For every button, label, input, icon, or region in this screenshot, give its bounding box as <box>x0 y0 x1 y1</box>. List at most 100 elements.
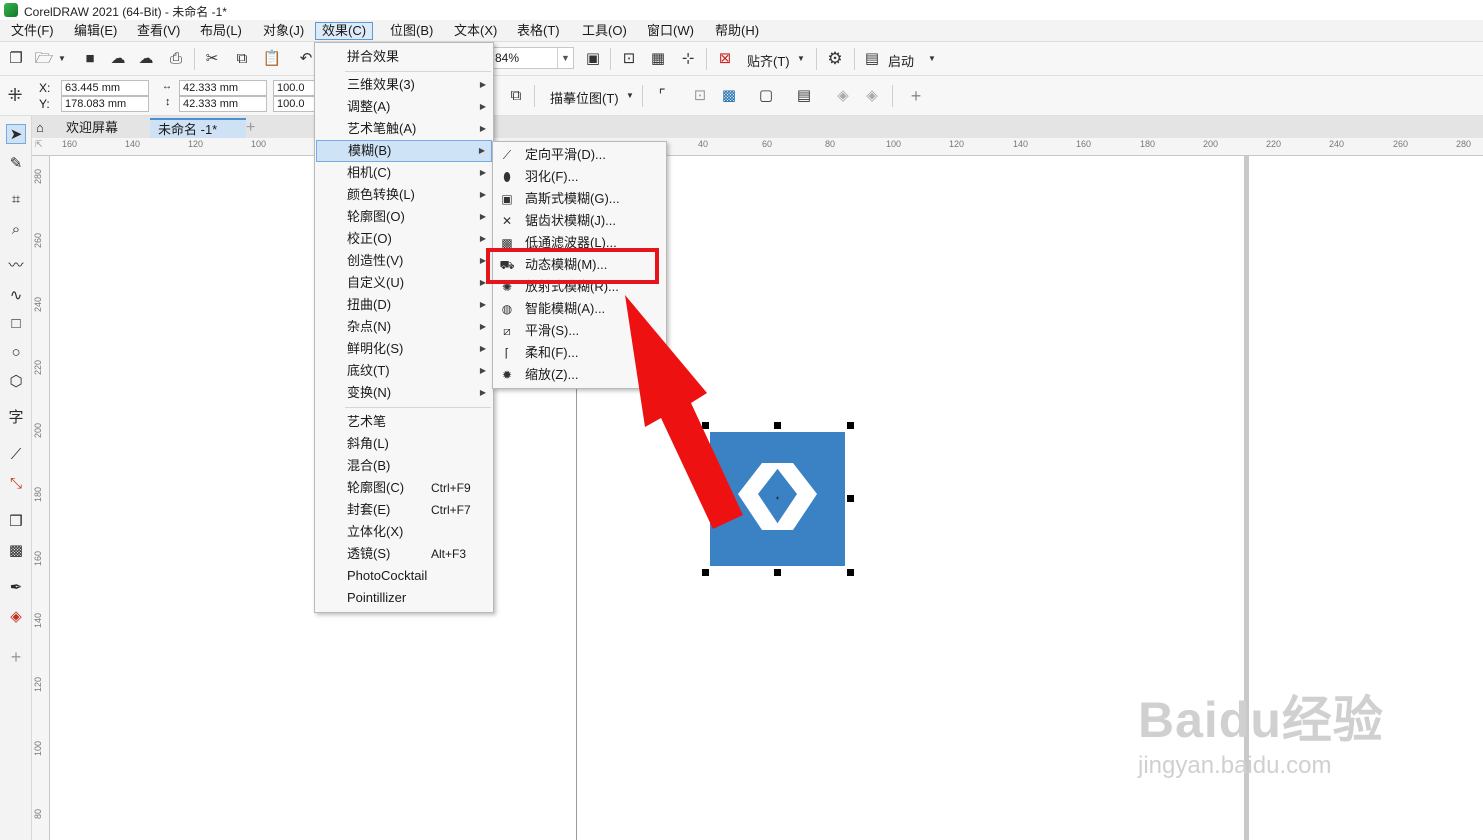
menu-item-bevel[interactable]: 斜角(L) <box>316 433 492 455</box>
add-icon[interactable]: + <box>906 86 926 106</box>
snap-off-icon[interactable]: ⊠ <box>715 49 735 69</box>
height-field[interactable]: 42.333 mm <box>179 96 267 112</box>
show-guidelines-icon[interactable]: ⊹ <box>678 49 698 69</box>
horizontal-ruler[interactable]: ⇱ 160 140 120 100 40 60 80 100 120 140 1… <box>32 138 1483 156</box>
connector-tool-icon[interactable]: ⤡ <box>6 474 26 494</box>
menu-effects[interactable]: 效果(C) <box>315 22 374 40</box>
menu-item-distort[interactable]: 扭曲(D) ▶ <box>316 294 492 316</box>
freehand-tool-icon[interactable]: 〰 <box>6 256 26 276</box>
menu-window[interactable]: 窗口(W) <box>641 22 700 40</box>
resample-icon[interactable]: ⊡ <box>690 86 710 106</box>
show-grid-icon[interactable]: ▦ <box>648 49 668 69</box>
menu-item-adjust[interactable]: 调整(A) ▶ <box>316 96 492 118</box>
menu-item-correction[interactable]: 校正(O) ▶ <box>316 228 492 250</box>
reference-point-icon[interactable]: ⁜ <box>5 85 25 105</box>
y-position-field[interactable]: 178.083 mm <box>61 96 149 112</box>
menu-table[interactable]: 表格(T) <box>511 22 566 40</box>
trace-bitmap-button[interactable]: 描摹位图(T) <box>550 88 619 107</box>
pick-tool-icon[interactable]: ➤ <box>6 124 26 144</box>
menu-item-envelope[interactable]: 封套(E) Ctrl+F7 <box>316 499 492 521</box>
snap-to-menu[interactable]: 贴齐(T) <box>747 51 790 70</box>
paste-icon[interactable]: 📋 <box>262 49 282 69</box>
transparency-icon[interactable]: ▩ <box>6 541 26 561</box>
menu-object[interactable]: 对象(J) <box>257 22 310 40</box>
cloud-upload-icon[interactable]: ☁ <box>136 49 156 69</box>
x-position-field[interactable]: 63.445 mm <box>61 80 149 96</box>
copy-icon[interactable]: ⧉ <box>232 49 252 69</box>
eyedropper-icon[interactable]: ✒ <box>6 578 26 598</box>
home-icon[interactable]: ⌂ <box>32 118 56 138</box>
cut-icon[interactable]: ✂ <box>202 49 222 69</box>
menu-item-gaussian-blur[interactable]: ▣ 高斯式模糊(G)... <box>494 188 665 210</box>
menu-item-texture[interactable]: 底纹(T) ▶ <box>316 360 492 382</box>
selection-handle[interactable] <box>847 569 854 576</box>
menu-help[interactable]: 帮助(H) <box>709 22 765 40</box>
menu-item-3d-effects[interactable]: 三维效果(3) ▶ <box>316 74 492 96</box>
to-back-icon[interactable]: ◈ <box>862 86 882 106</box>
launch-app-icon[interactable]: ▤ <box>862 49 882 69</box>
shape-tool-icon[interactable]: ✎ <box>6 154 26 174</box>
menu-item-photococktail[interactable]: PhotoCocktail <box>316 565 492 587</box>
menu-item-extrude[interactable]: 立体化(X) <box>316 521 492 543</box>
crop-tool-icon[interactable]: ⌗ <box>6 190 26 210</box>
menu-tools[interactable]: 工具(O) <box>576 22 633 40</box>
wrap-text-icon[interactable]: ▤ <box>794 86 814 106</box>
menu-file[interactable]: 文件(F) <box>5 22 60 40</box>
launch-dropdown-icon[interactable]: ▼ <box>926 49 938 69</box>
drop-shadow-icon[interactable]: ❒ <box>6 512 26 532</box>
menu-edit[interactable]: 编辑(E) <box>68 22 123 40</box>
text-tool-icon[interactable]: 字 <box>6 408 26 428</box>
zoom-tool-icon[interactable]: ⌕ <box>6 220 26 240</box>
save-icon[interactable]: ■ <box>80 49 100 69</box>
rectangle-tool-icon[interactable]: □ <box>6 314 26 334</box>
menu-item-camera[interactable]: 相机(C) ▶ <box>316 162 492 184</box>
menu-item-creative[interactable]: 创造性(V) ▶ <box>316 250 492 272</box>
show-rulers-icon[interactable]: ⊡ <box>619 49 639 69</box>
scale-y-field[interactable]: 100.0 <box>273 96 315 112</box>
menu-item-lens[interactable]: 透镜(S) Alt+F3 <box>316 543 492 565</box>
cloud-download-icon[interactable]: ☁ <box>108 49 128 69</box>
snap-dropdown-icon[interactable]: ▼ <box>795 49 807 69</box>
open-dropdown-icon[interactable]: ▼ <box>56 49 68 69</box>
bitmap-mask-icon[interactable]: ▩ <box>719 86 739 106</box>
open-folder-icon[interactable]: 🗁 <box>34 49 54 69</box>
menu-item-color-transform[interactable]: 颜色转换(L) ▶ <box>316 184 492 206</box>
frame-icon[interactable]: ▢ <box>756 86 776 106</box>
menu-layout[interactable]: 布局(L) <box>194 22 248 40</box>
polygon-tool-icon[interactable]: ⬡ <box>6 372 26 392</box>
undo-icon[interactable]: ↶ <box>296 49 316 69</box>
to-front-icon[interactable]: ◈ <box>833 86 853 106</box>
options-gear-icon[interactable]: ⚙ <box>825 49 845 69</box>
selection-handle[interactable] <box>702 569 709 576</box>
menu-item-jaggy-despeckle[interactable]: ✕ 锯齿状模糊(J)... <box>494 210 665 232</box>
menu-view[interactable]: 查看(V) <box>131 22 186 40</box>
ellipse-tool-icon[interactable]: ○ <box>6 343 26 363</box>
menu-item-transform[interactable]: 变换(N) ▶ <box>316 382 492 404</box>
add-tab-icon[interactable]: + <box>242 118 264 138</box>
print-icon[interactable]: ⎙ <box>166 49 186 69</box>
launch-menu[interactable]: 启动 <box>888 51 914 70</box>
menu-item-custom[interactable]: 自定义(U) ▶ <box>316 272 492 294</box>
menu-bitmaps[interactable]: 位图(B) <box>384 22 439 40</box>
interactive-fill-icon[interactable]: ◈ <box>6 607 26 627</box>
vertical-ruler[interactable]: 280 260 240 220 200 180 160 140 120 100 … <box>32 156 50 840</box>
dimension-tool-icon[interactable]: ⟋ <box>6 445 26 465</box>
tab-welcome-screen[interactable]: 欢迎屏幕 <box>58 118 150 138</box>
menu-item-art-strokes[interactable]: 艺术笔触(A) ▶ <box>316 118 492 140</box>
menu-item-feather[interactable]: ⬮ 羽化(F)... <box>494 166 665 188</box>
crop-bitmap-icon[interactable]: ⌜ <box>652 86 672 106</box>
menu-item-noise[interactable]: 杂点(N) ▶ <box>316 316 492 338</box>
trace-dropdown-icon[interactable]: ▼ <box>624 86 636 106</box>
scale-x-field[interactable]: 100.0 <box>273 80 315 96</box>
menu-item-merge-effects[interactable]: 拼合效果 <box>316 46 492 68</box>
selection-handle[interactable] <box>847 422 854 429</box>
ruler-origin-icon[interactable]: ⇱ <box>35 139 43 150</box>
width-field[interactable]: 42.333 mm <box>179 80 267 96</box>
menu-item-pointillizer[interactable]: Pointillizer <box>316 587 492 609</box>
zoom-level-select[interactable]: 84% ▼ <box>490 47 574 69</box>
menu-item-sharpen[interactable]: 鲜明化(S) ▶ <box>316 338 492 360</box>
selection-handle[interactable] <box>774 422 781 429</box>
selection-handle[interactable] <box>847 495 854 502</box>
menu-item-directional-smooth[interactable]: ⟋ 定向平滑(D)... <box>494 144 665 166</box>
add-tool-icon[interactable]: + <box>6 647 26 667</box>
